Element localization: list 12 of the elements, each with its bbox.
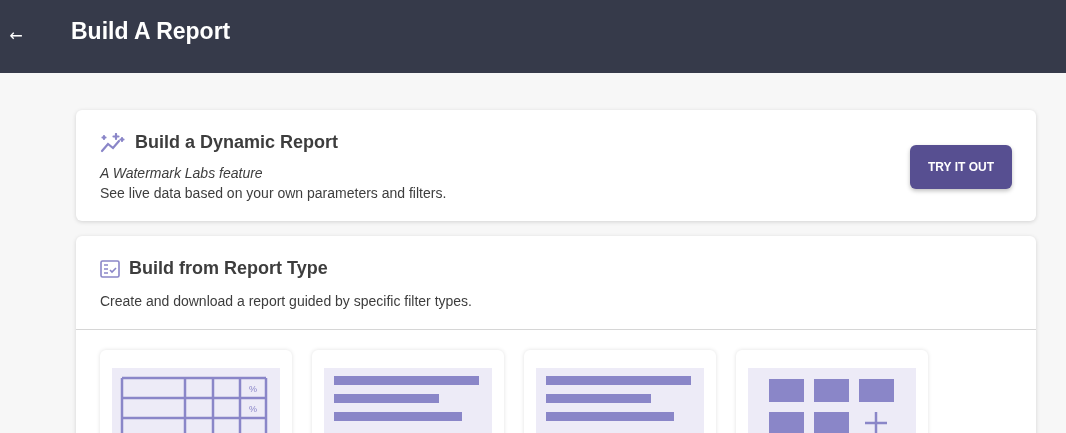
- page-title: Build A Report: [71, 18, 231, 45]
- back-button[interactable]: ←: [4, 27, 28, 46]
- card-title: Build from Report Type: [129, 258, 328, 279]
- percent-text: %: [249, 404, 257, 414]
- checklist-icon: [100, 259, 120, 278]
- percent-text: %: [249, 384, 257, 394]
- card-description: See live data based on your own parameters and filters.: [100, 185, 447, 201]
- card-title: Build a Dynamic Report: [135, 132, 339, 153]
- try-it-out-button[interactable]: TRY IT OUT: [910, 144, 1012, 189]
- card-description: Create and download a report guided by specific filter types.: [100, 293, 473, 309]
- sparkle-chart-icon: [100, 132, 126, 153]
- feature-tagline: A Watermark Labs feature: [100, 165, 264, 181]
